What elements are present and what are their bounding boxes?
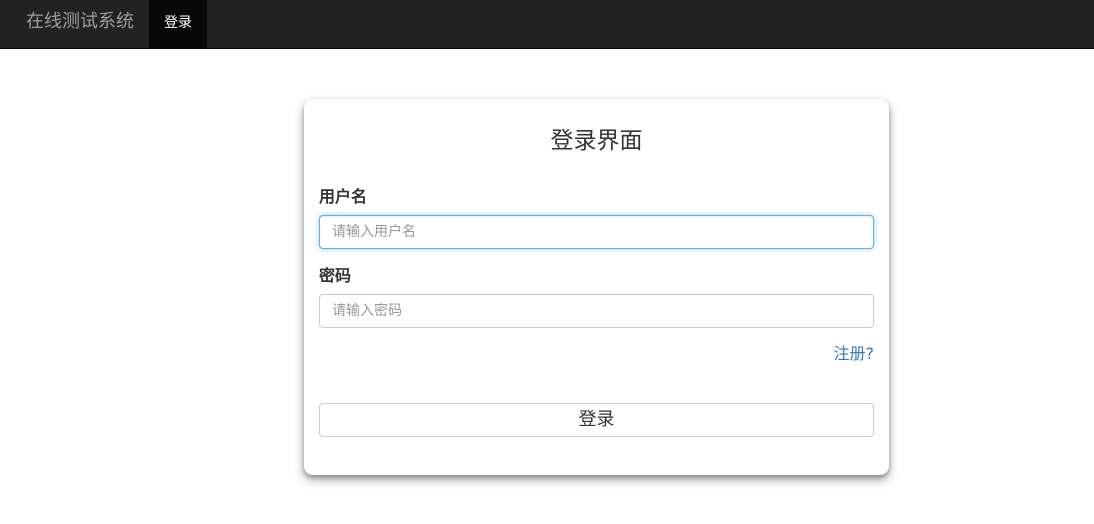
nav-item-login[interactable]: 登录 xyxy=(149,0,207,48)
password-input[interactable] xyxy=(319,294,874,328)
top-navbar: 在线测试系统 登录 xyxy=(0,0,1094,49)
password-label: 密码 xyxy=(319,266,352,285)
login-panel: 登录界面 用户名 密码 注册? 登录 xyxy=(304,99,889,475)
login-panel-title: 登录界面 xyxy=(550,128,643,154)
register-link[interactable]: 注册? xyxy=(834,343,875,365)
username-label: 用户名 xyxy=(319,187,368,206)
navbar-brand[interactable]: 在线测试系统 xyxy=(26,0,134,48)
username-input[interactable] xyxy=(319,215,874,249)
login-button[interactable]: 登录 xyxy=(319,403,874,437)
